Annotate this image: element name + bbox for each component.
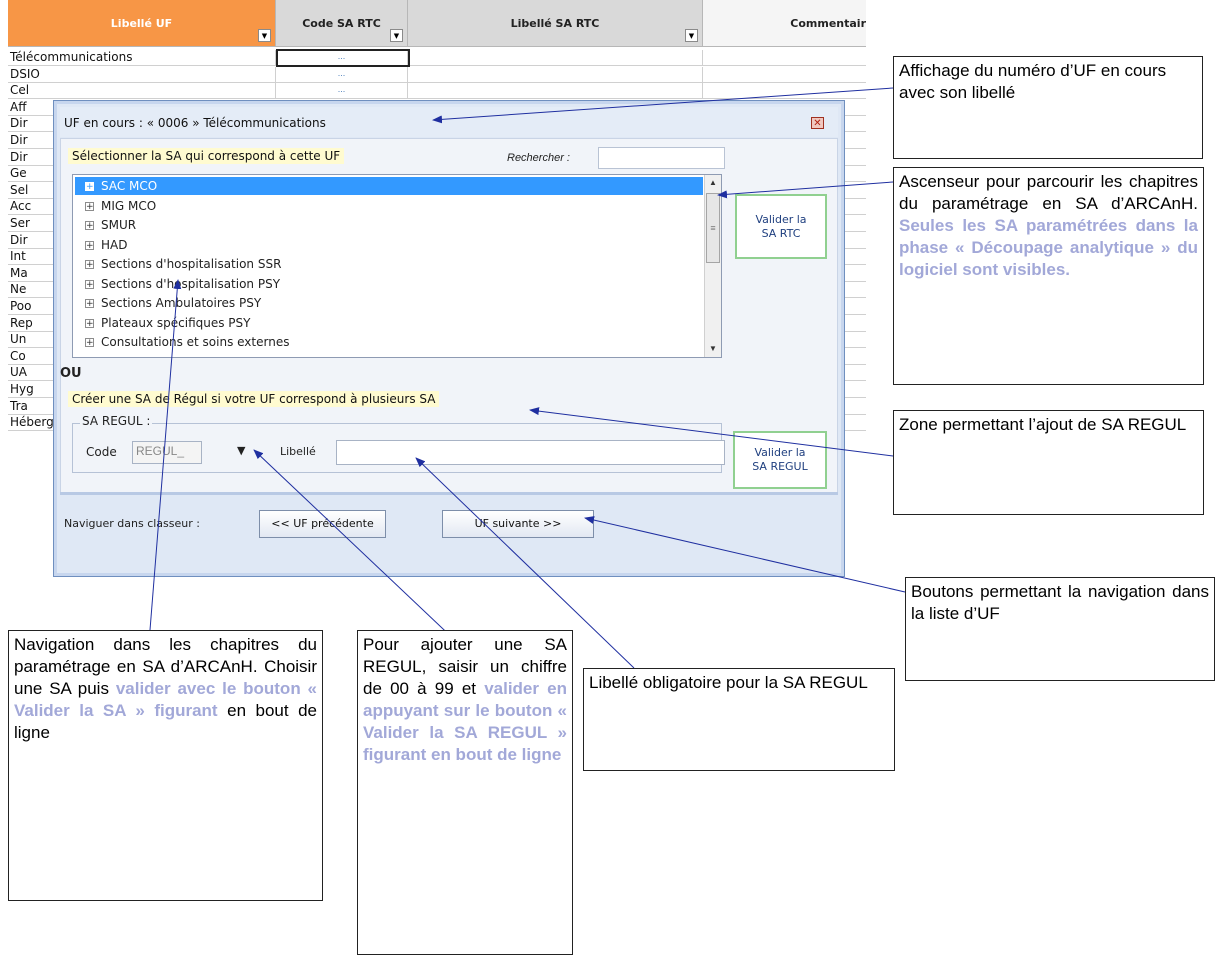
arrow-tree-nav (149, 279, 182, 631)
annotation-scrollbar-text: Ascenseur pour parcourir les chapitres d… (899, 172, 1198, 213)
annotation-libelle-required: Libellé obligatoire pour la SA REGUL (583, 668, 895, 771)
arrow-scrollbar (717, 181, 894, 199)
annotation-nav-buttons: Boutons permettant la navigation dans la… (905, 577, 1215, 681)
annotation-uf-display: Affichage du numéro d’UF en cours avec s… (893, 56, 1203, 159)
annotation-uf-display-text: Affichage du numéro d’UF en cours avec s… (899, 61, 1167, 102)
annotation-nav-buttons-text: Boutons permettant la navigation dans la… (911, 582, 1209, 623)
arrow-uf-display (432, 87, 894, 124)
annotation-add-regul: Pour ajouter une SA REGUL, saisir un chi… (357, 630, 573, 955)
arrow-code-regul (253, 449, 461, 646)
annotation-scrollbar-highlight: Seules les SA paramétrées dans la phase … (899, 216, 1198, 279)
annotation-scrollbar: Ascenseur pour parcourir les chapitres d… (893, 167, 1204, 385)
annotation-regul-zone-text: Zone permettant l’ajout de SA REGUL (899, 415, 1187, 434)
annotation-regul-zone: Zone permettant l’ajout de SA REGUL (893, 410, 1204, 515)
arrow-nav-buttons (584, 516, 906, 593)
annotation-tree-nav: Navigation dans les chapitres du paramét… (8, 630, 323, 901)
arrow-regul-zone (529, 407, 894, 457)
annotation-libelle-required-text: Libellé obligatoire pour la SA REGUL (589, 673, 868, 692)
